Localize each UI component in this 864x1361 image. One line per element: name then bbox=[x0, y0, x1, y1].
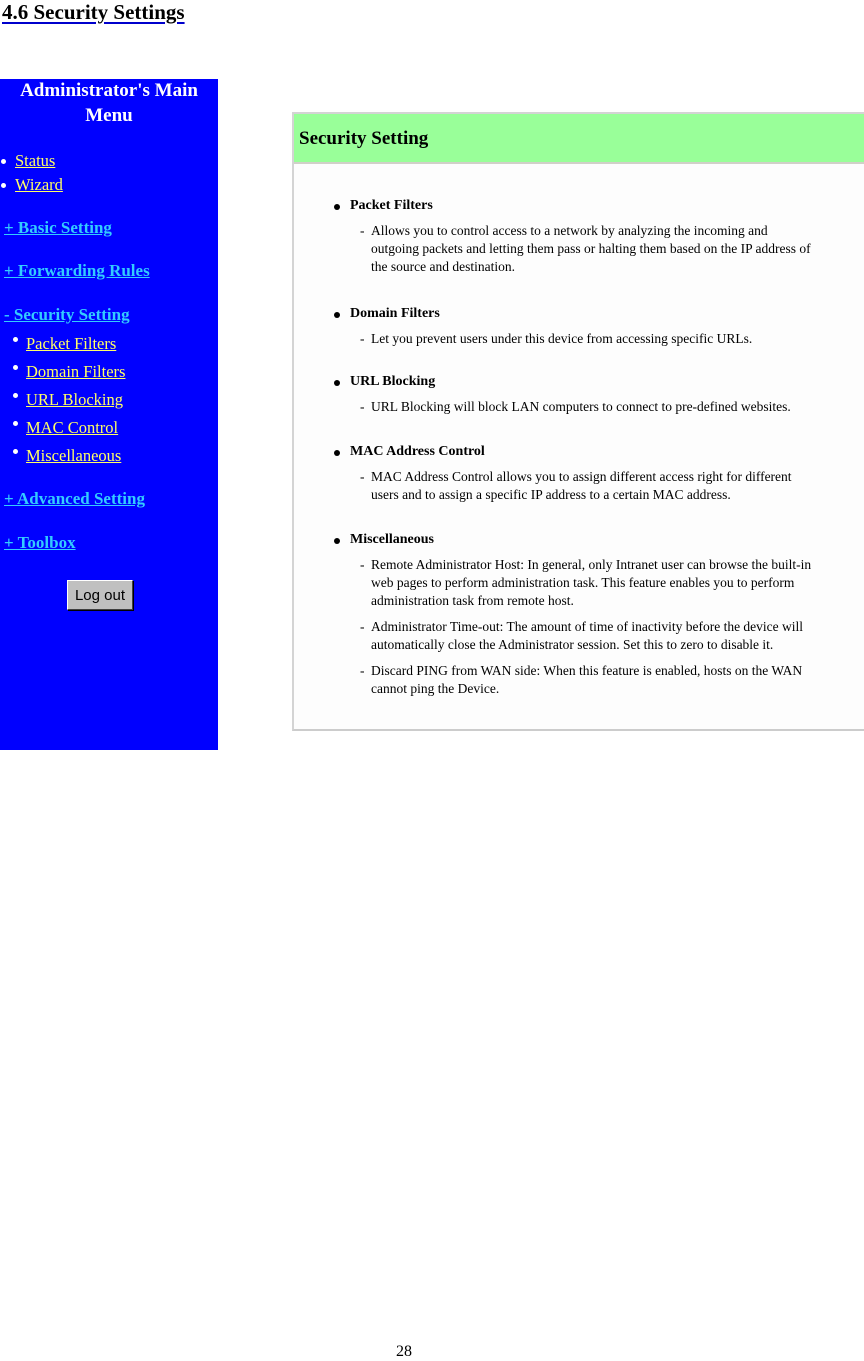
description-line: Discard PING from WAN side: When this fe… bbox=[371, 663, 803, 678]
description-line: the source and destination. bbox=[371, 259, 515, 274]
bullet-icon bbox=[334, 538, 340, 544]
item-description: - URL Blocking will block LAN computers … bbox=[360, 398, 840, 416]
bullet-icon bbox=[13, 393, 18, 398]
bullet-icon bbox=[13, 365, 18, 370]
item-title: Packet Filters bbox=[350, 198, 433, 213]
bullet-icon bbox=[1, 183, 6, 188]
description-line: Administrator Time-out: The amount of ti… bbox=[371, 619, 804, 634]
item-title: Domain Filters bbox=[350, 306, 440, 321]
sidebar-group-forwarding-rules[interactable]: + Forwarding Rules bbox=[4, 261, 150, 281]
sidebar-link-status[interactable]: Status bbox=[15, 151, 55, 171]
sidebar-title-line1: Administrator's Main bbox=[20, 80, 198, 101]
description-line: administration task from remote host. bbox=[371, 593, 574, 608]
description-line: automatically close the Administrator se… bbox=[371, 637, 774, 652]
sidebar-link-miscellaneous[interactable]: Miscellaneous bbox=[26, 446, 121, 466]
sidebar-title: Administrator's Main Menu bbox=[0, 78, 218, 128]
sidebar-link-domain-filters[interactable]: Domain Filters bbox=[26, 362, 125, 382]
admin-main-menu-sidebar: Administrator's Main Menu Status Wizard … bbox=[0, 79, 218, 750]
item-description: - Let you prevent users under this devic… bbox=[360, 330, 840, 348]
panel-title: Security Setting bbox=[299, 128, 429, 149]
sidebar-link-url-blocking[interactable]: URL Blocking bbox=[26, 390, 123, 410]
item-description: - Remote Administrator Host: In general,… bbox=[360, 556, 840, 610]
description-line: Let you prevent users under this device … bbox=[371, 331, 753, 346]
bullet-icon bbox=[334, 380, 340, 386]
item-title: URL Blocking bbox=[350, 374, 436, 389]
description-line: web pages to perform administration task… bbox=[371, 575, 795, 590]
bullet-icon bbox=[334, 450, 340, 456]
description-line: MAC Address Control allows you to assign… bbox=[371, 469, 792, 484]
sidebar-link-wizard[interactable]: Wizard bbox=[15, 175, 63, 195]
page-number: 28 bbox=[396, 1343, 412, 1360]
description-line: outgoing packets and letting them pass o… bbox=[371, 241, 811, 256]
bullet-icon bbox=[334, 204, 340, 210]
security-setting-panel: Security Setting Packet Filters - Allows… bbox=[292, 112, 864, 731]
sidebar-link-packet-filters[interactable]: Packet Filters bbox=[26, 334, 116, 354]
bullet-icon bbox=[13, 449, 18, 454]
item-description: - Administrator Time-out: The amount of … bbox=[360, 618, 840, 654]
logout-button[interactable]: Log out bbox=[67, 580, 133, 610]
sidebar-group-basic-setting[interactable]: + Basic Setting bbox=[4, 218, 112, 238]
sidebar-link-mac-control[interactable]: MAC Control bbox=[26, 418, 118, 438]
item-description: - Allows you to control access to a netw… bbox=[360, 222, 840, 276]
item-description: - MAC Address Control allows you to assi… bbox=[360, 468, 840, 504]
item-title: MAC Address Control bbox=[350, 444, 485, 459]
bullet-icon bbox=[1, 159, 6, 164]
sidebar-group-security-setting[interactable]: - Security Setting bbox=[4, 305, 130, 325]
bullet-icon bbox=[13, 337, 18, 342]
sidebar-group-advanced-setting[interactable]: + Advanced Setting bbox=[4, 489, 145, 509]
bullet-icon bbox=[13, 421, 18, 426]
description-line: Remote Administrator Host: In general, o… bbox=[371, 557, 812, 572]
description-line: users and to assign a specific IP addres… bbox=[371, 487, 731, 502]
sidebar-group-toolbox[interactable]: + Toolbox bbox=[4, 533, 76, 553]
description-line: cannot ping the Device. bbox=[371, 681, 500, 696]
description-line: URL Blocking will block LAN computers to… bbox=[371, 399, 791, 414]
sidebar-title-line2: Menu bbox=[85, 105, 133, 126]
document-heading: 4.6 Security Settings bbox=[2, 0, 185, 24]
panel-header: Security Setting bbox=[294, 114, 864, 164]
item-title: Miscellaneous bbox=[350, 532, 434, 547]
bullet-icon bbox=[334, 312, 340, 318]
item-description: - Discard PING from WAN side: When this … bbox=[360, 662, 840, 698]
description-line: Allows you to control access to a networ… bbox=[371, 223, 768, 238]
